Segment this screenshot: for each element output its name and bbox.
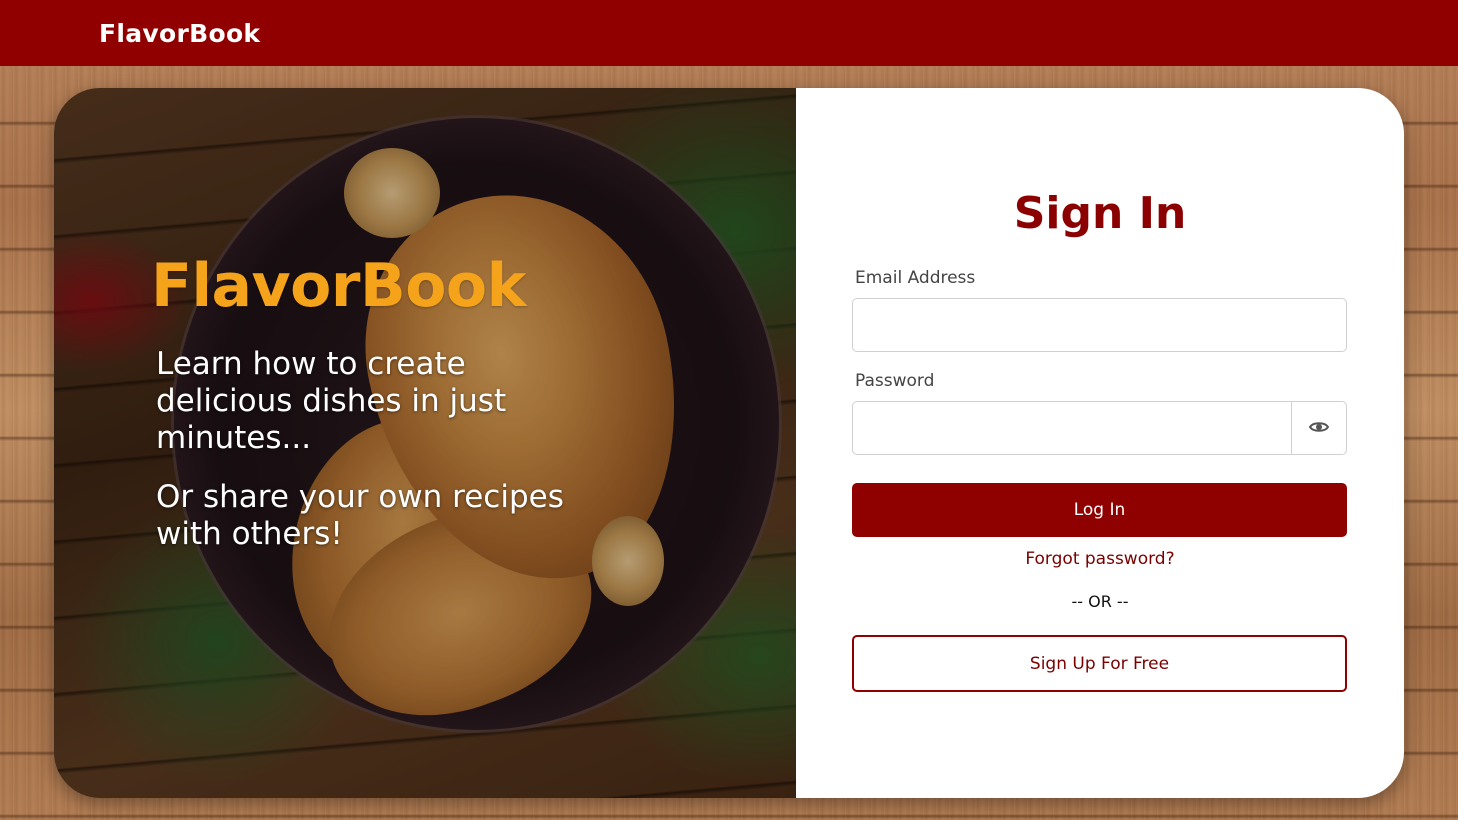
login-card: FlavorBook Learn how to create delicious…: [54, 88, 1404, 798]
email-field-wrapper: [852, 298, 1347, 352]
hero-title: FlavorBook: [151, 251, 527, 321]
top-navbar: FlavorBook: [0, 0, 1458, 66]
signup-button[interactable]: Sign Up For Free: [852, 635, 1347, 692]
eye-icon: [1308, 419, 1330, 438]
email-field[interactable]: [853, 299, 1346, 351]
hero-subtagline: Or share your own recipes with others!: [156, 479, 564, 552]
or-divider: -- OR --: [1071, 592, 1129, 611]
signin-title: Sign In: [1013, 188, 1187, 239]
show-password-button[interactable]: [1291, 402, 1346, 454]
email-label: Email Address: [855, 268, 976, 288]
hero-tagline: Learn how to create delicious dishes in …: [156, 346, 507, 456]
signin-panel: Sign In Email Address Password Log In Fo…: [796, 88, 1404, 798]
forgot-password-link[interactable]: Forgot password?: [796, 549, 1404, 569]
navbar-brand[interactable]: FlavorBook: [99, 19, 260, 48]
password-field[interactable]: [853, 402, 1291, 454]
login-button[interactable]: Log In: [852, 483, 1347, 537]
hero-panel: FlavorBook Learn how to create delicious…: [54, 88, 796, 798]
password-label: Password: [855, 371, 935, 391]
password-field-wrapper: [852, 401, 1347, 455]
